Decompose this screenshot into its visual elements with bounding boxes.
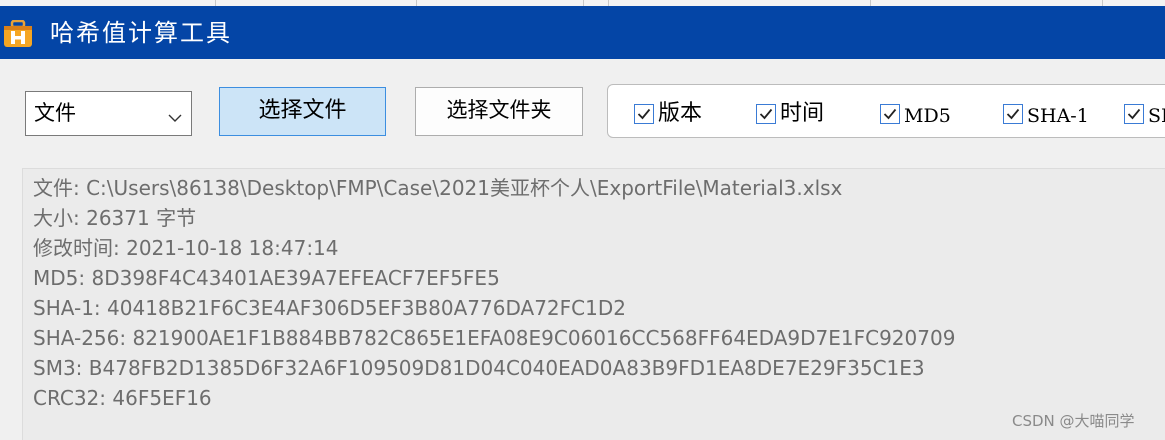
output-line-sha256: SHA-256: 821900AE1F1B884BB782C865E1EFA08…	[33, 326, 956, 350]
checkbox-checked-icon[interactable]	[756, 104, 776, 124]
output-line-md5: MD5: 8D398F4C43401AE39A7EFEACF7EF5FE5	[33, 266, 500, 290]
output-line-modified: 修改时间: 2021-10-18 18:47:14	[33, 236, 339, 260]
checkbox-checked-icon[interactable]	[634, 104, 654, 124]
select-folder-button[interactable]: 选择文件夹	[415, 87, 583, 136]
result-textbox[interactable]: 文件: C:\Users\86138\Desktop\FMP\Case\2021…	[22, 168, 1165, 440]
select-file-button[interactable]: 选择文件	[219, 87, 386, 136]
output-line-file: 文件: C:\Users\86138\Desktop\FMP\Case\2021…	[33, 176, 843, 200]
option-label: 版本	[658, 101, 703, 126]
option-label: SHA-1	[1027, 105, 1089, 127]
mode-select[interactable]: 文件	[25, 91, 192, 136]
mode-select-value: 文件	[34, 101, 76, 125]
title-bar[interactable]: 哈希值计算工具	[0, 6, 1165, 59]
watermark: CSDN @大喵同学	[1012, 412, 1135, 430]
option-label: SI	[1148, 105, 1165, 127]
checkbox-checked-icon[interactable]	[1003, 104, 1023, 124]
checkbox-checked-icon[interactable]	[880, 104, 900, 124]
option-label: MD5	[904, 105, 951, 127]
chevron-down-icon	[168, 108, 182, 122]
window-title: 哈希值计算工具	[50, 19, 232, 47]
hash-tool-window: 哈希值计算工具 文件 选择文件 选择文件夹 版本 时间 MD5 SHA-1 SI…	[0, 0, 1165, 440]
checkbox-checked-icon[interactable]	[1124, 104, 1144, 124]
output-line-sha1: SHA-1: 40418B21F6C3E4AF306D5EF3B80A776DA…	[33, 296, 626, 320]
output-line-crc32: CRC32: 46F5EF16	[33, 386, 212, 410]
option-label: 时间	[780, 101, 825, 126]
toolbox-h-icon	[3, 19, 33, 48]
output-line-size: 大小: 26371 字节	[33, 206, 197, 230]
output-line-sm3: SM3: B478FB2D1385D6F32A6F109509D81D04C04…	[33, 356, 925, 380]
